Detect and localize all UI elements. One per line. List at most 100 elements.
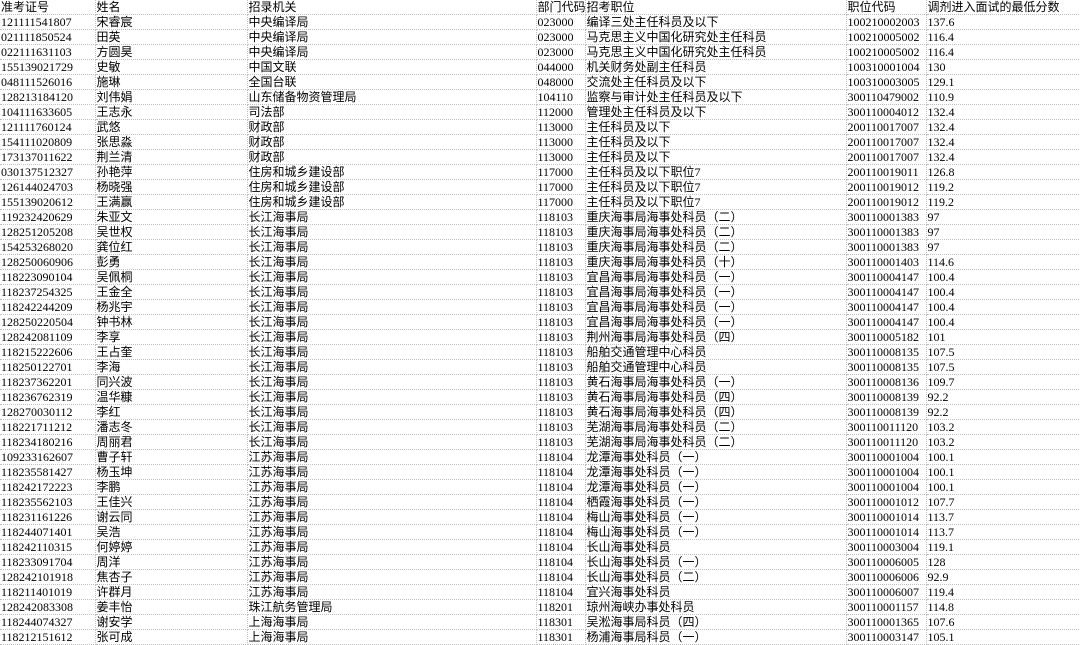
table-row: 128242083308姜丰怡珠江航务管理局118201琼州海峡办事处科员300… — [0, 600, 1080, 615]
table-cell: 300110011120 — [846, 435, 926, 450]
table-cell: 118104 — [536, 480, 585, 495]
table-row: 128250220504钟书林长江海事局118103宜昌海事局海事处科员（一）3… — [0, 315, 1080, 330]
table-cell: 300110006007 — [846, 585, 926, 600]
table-row: 118211401019许群月江苏海事局118104宜兴海事处科员3001100… — [0, 585, 1080, 600]
table-cell: 048111526016 — [0, 75, 95, 90]
table-cell: 118103 — [536, 405, 585, 420]
table-cell: 128250220504 — [0, 315, 95, 330]
table-cell: 118103 — [536, 345, 585, 360]
column-header: 招录机关 — [247, 0, 536, 15]
table-cell: 118103 — [536, 255, 585, 270]
table-cell: 龙潭海事处科员（一） — [585, 465, 846, 480]
table-cell: 117000 — [536, 180, 585, 195]
table-cell: 中央编译局 — [247, 30, 536, 45]
table-cell: 044000 — [536, 60, 585, 75]
table-cell: 101 — [926, 330, 1080, 345]
table-cell: 长山海事处科员（一） — [585, 555, 846, 570]
table-cell: 管理处主任科员及以下 — [585, 105, 846, 120]
table-cell: 姜丰怡 — [95, 600, 247, 615]
table-cell: 119232420629 — [0, 210, 95, 225]
table-cell: 重庆海事局海事处科员（十） — [585, 255, 846, 270]
table-cell: 155139020612 — [0, 195, 95, 210]
table-cell: 长江海事局 — [247, 315, 536, 330]
table-row: 154253268020龚位红长江海事局118103重庆海事局海事处科员（二）3… — [0, 240, 1080, 255]
table-cell: 300110004147 — [846, 300, 926, 315]
table-cell: 张思淼 — [95, 135, 247, 150]
table-cell: 118201 — [536, 600, 585, 615]
table-cell: 黄石海事局海事处科员（四） — [585, 405, 846, 420]
table-cell: 方圆昊 — [95, 45, 247, 60]
table-cell: 300110001403 — [846, 255, 926, 270]
table-cell: 长山海事处科员（二） — [585, 570, 846, 585]
table-cell: 121111541807 — [0, 15, 95, 30]
table-cell: 梅山海事处科员（一） — [585, 525, 846, 540]
table-cell: 300110001004 — [846, 480, 926, 495]
table-row: 121111541807宋睿宸中央编译局023000编译三处主任科员及以下100… — [0, 15, 1080, 30]
table-cell: 300110004012 — [846, 105, 926, 120]
table-cell: 118103 — [536, 285, 585, 300]
table-cell: 李海 — [95, 360, 247, 375]
table-row: 121111760124武悠财政部113000主任科员及以下2001100170… — [0, 120, 1080, 135]
table-cell: 王满赢 — [95, 195, 247, 210]
table-cell: 马克思主义中国化研究处主任科员 — [585, 45, 846, 60]
table-cell: 100310003005 — [846, 75, 926, 90]
table-cell: 132.4 — [926, 105, 1080, 120]
table-cell: 118104 — [536, 510, 585, 525]
table-cell: 100.4 — [926, 270, 1080, 285]
table-cell: 交流处主任科员及以下 — [585, 75, 846, 90]
table-cell: 132.4 — [926, 120, 1080, 135]
table-cell: 300110006006 — [846, 570, 926, 585]
table-cell: 宜昌海事局海事处科员（一） — [585, 285, 846, 300]
table-cell: 110.9 — [926, 90, 1080, 105]
table-cell: 118104 — [536, 465, 585, 480]
table-cell: 300110004147 — [846, 315, 926, 330]
table-cell: 113000 — [536, 135, 585, 150]
table-cell: 中央编译局 — [247, 15, 536, 30]
table-row: 048111526016施琳全国台联048000交流处主任科员及以下100310… — [0, 75, 1080, 90]
table-cell: 长江海事局 — [247, 285, 536, 300]
table-cell: 宜兴海事处科员 — [585, 585, 846, 600]
table-cell: 118215222606 — [0, 345, 95, 360]
table-cell: 江苏海事局 — [247, 555, 536, 570]
table-cell: 118242172223 — [0, 480, 95, 495]
table-cell: 300110001014 — [846, 525, 926, 540]
table-header: 准考证号姓名招录机关部门代码招考职位职位代码调剂进入面试的最低分数 — [0, 0, 1080, 15]
table-cell: 全国台联 — [247, 75, 536, 90]
table-cell: 173137011622 — [0, 150, 95, 165]
table-cell: 118236762319 — [0, 390, 95, 405]
table-cell: 李享 — [95, 330, 247, 345]
table-cell: 132.4 — [926, 135, 1080, 150]
table-cell: 龙潭海事处科员（一） — [585, 480, 846, 495]
table-row: 155139020612王满赢住房和城乡建设部117000主任科员及以下职位72… — [0, 195, 1080, 210]
table-cell: 编译三处主任科员及以下 — [585, 15, 846, 30]
table-cell: 107.5 — [926, 345, 1080, 360]
table-cell: 江苏海事局 — [247, 495, 536, 510]
table-cell: 118104 — [536, 570, 585, 585]
table-cell: 财政部 — [247, 135, 536, 150]
table-cell: 江苏海事局 — [247, 525, 536, 540]
table-cell: 128250060906 — [0, 255, 95, 270]
table-cell: 97 — [926, 210, 1080, 225]
table-cell: 118235562103 — [0, 495, 95, 510]
table-row: 128250060906彭勇长江海事局118103重庆海事局海事处科员（十）30… — [0, 255, 1080, 270]
table-cell: 92.2 — [926, 405, 1080, 420]
table-cell: 128242083308 — [0, 600, 95, 615]
table-cell: 李鹏 — [95, 480, 247, 495]
table-cell: 128 — [926, 555, 1080, 570]
table-cell: 彭勇 — [95, 255, 247, 270]
table-cell: 何婷婷 — [95, 540, 247, 555]
table-cell: 119.2 — [926, 195, 1080, 210]
table-cell: 监察与审计处主任科员及以下 — [585, 90, 846, 105]
table-cell: 长江海事局 — [247, 210, 536, 225]
table-cell: 重庆海事局海事处科员（二） — [585, 240, 846, 255]
table-cell: 长江海事局 — [247, 240, 536, 255]
table-cell: 118104 — [536, 450, 585, 465]
table-cell: 118103 — [536, 210, 585, 225]
table-cell: 300110005182 — [846, 330, 926, 345]
table-cell: 128213184120 — [0, 90, 95, 105]
table-row: 118233091704周洋江苏海事局118104长山海事处科员（一）30011… — [0, 555, 1080, 570]
table-cell: 114.6 — [926, 255, 1080, 270]
table-cell: 118104 — [536, 525, 585, 540]
table-cell: 103.2 — [926, 435, 1080, 450]
table-cell: 武悠 — [95, 120, 247, 135]
